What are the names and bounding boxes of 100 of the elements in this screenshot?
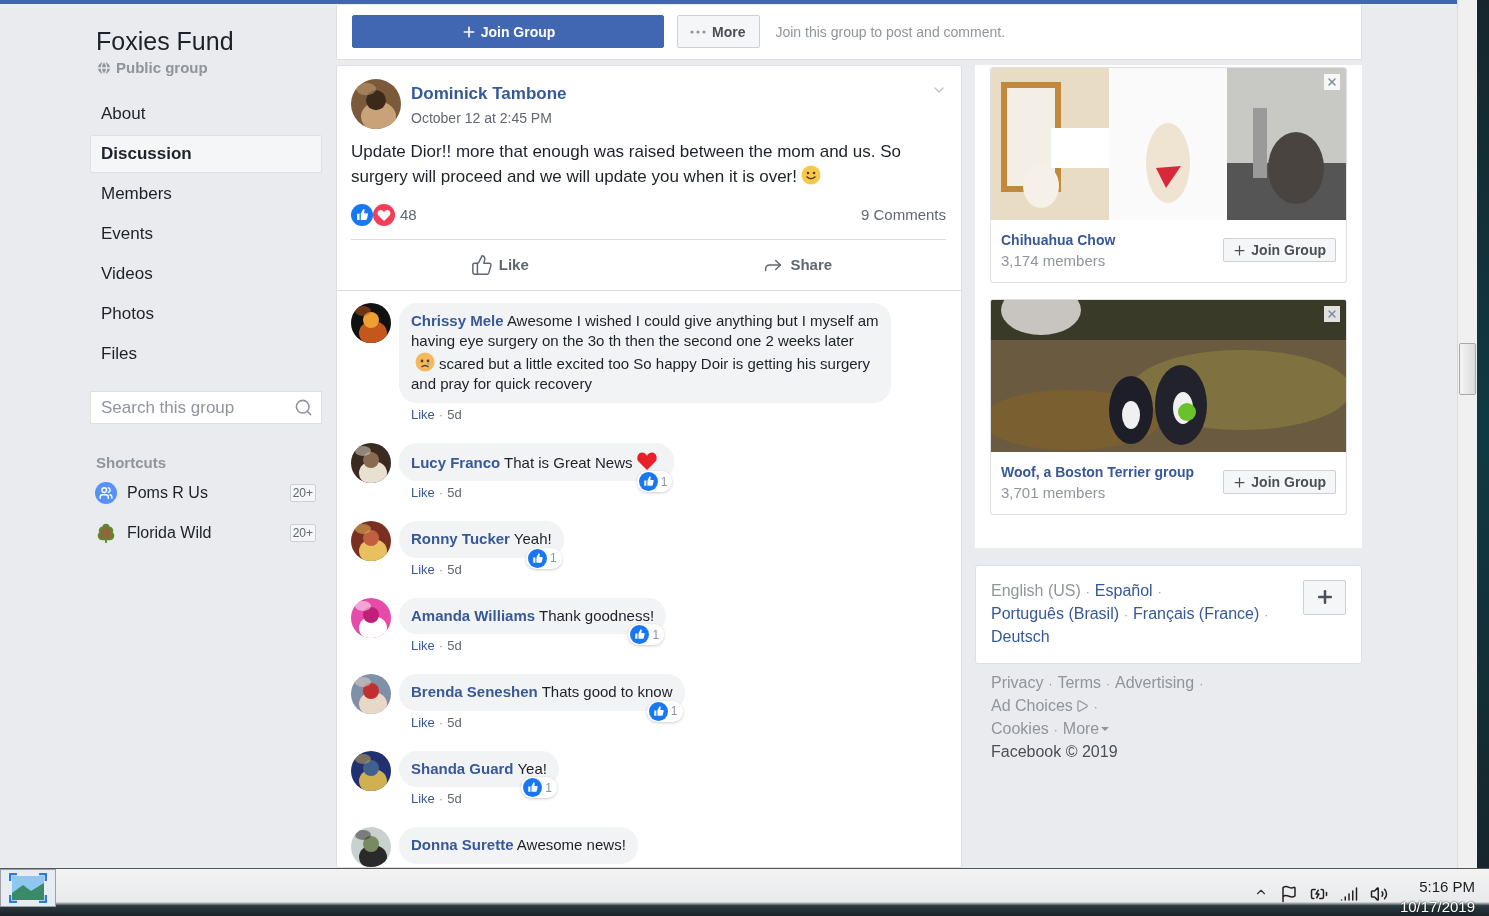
separator: ·: [1199, 676, 1204, 691]
comment-age[interactable]: 5d: [447, 485, 462, 501]
author-link[interactable]: Dominick Tambone: [411, 83, 567, 103]
nav-item[interactable]: Discussion: [90, 135, 322, 173]
separator: ·: [1157, 584, 1162, 599]
nav-item[interactable]: Members: [90, 175, 322, 213]
comment-age[interactable]: 5d: [447, 561, 462, 578]
separator: ·: [1048, 676, 1053, 691]
avatar[interactable]: [351, 442, 391, 483]
comments-count[interactable]: 9 Comments: [860, 206, 946, 223]
like-link[interactable]: Like: [411, 406, 435, 423]
author-link[interactable]: Ronny Tucker: [411, 530, 510, 547]
language-link[interactable]: Français (France): [1133, 604, 1260, 622]
separator: ·: [1093, 699, 1098, 714]
nav-item[interactable]: Videos: [90, 255, 322, 293]
like-link[interactable]: Like: [411, 714, 435, 731]
reaction-badge[interactable]: 1: [646, 700, 683, 722]
more-button[interactable]: More: [677, 15, 761, 49]
author-link[interactable]: Amanda Williams: [411, 606, 536, 624]
love-reaction-icon: [373, 203, 395, 226]
count-badge: 20+: [289, 524, 316, 542]
close-icon: [1326, 75, 1338, 88]
search-field[interactable]: Search this group: [90, 391, 322, 424]
avatar[interactable]: [351, 78, 401, 129]
avatar[interactable]: [351, 302, 391, 343]
nav-item[interactable]: Events: [90, 215, 322, 253]
section-heading: Shortcuts: [95, 453, 167, 473]
group-title: Foxies Fund: [95, 26, 235, 56]
member-count: 3,701 members: [1001, 482, 1107, 503]
group-name-link[interactable]: Chihuahua Chow: [1001, 229, 1216, 251]
count-badge: 20+: [289, 484, 316, 502]
group-icon: [95, 482, 117, 504]
separator: ·: [438, 561, 444, 578]
comment-text: Ronny Tucker Yeah!: [411, 530, 552, 547]
privacy-label: Public group: [90, 58, 322, 78]
add-language-button[interactable]: [1303, 579, 1346, 615]
separator: ·: [1085, 584, 1090, 599]
share-button[interactable]: Share: [648, 239, 946, 290]
comment-age[interactable]: 5d: [447, 791, 462, 807]
member-count: 3,174 members: [1001, 250, 1107, 271]
like-reaction-icon: [630, 625, 650, 644]
post-text: Update Dior!! more that enough was raised between the mom and us. So surgery will proceed and we will update you when it is over!: [350, 140, 902, 188]
volume-icon[interactable]: [1369, 885, 1388, 903]
shortcut-link[interactable]: Florida Wild: [127, 524, 280, 542]
author-link[interactable]: Donna Surette: [411, 836, 514, 853]
comment-text: Donna Surette Awesome news!: [411, 836, 626, 853]
like-button[interactable]: Like: [351, 239, 649, 290]
smile-emoji-icon: [801, 164, 821, 185]
clock[interactable]: 5:16 PM 10/17/2019: [1399, 877, 1475, 916]
like-link[interactable]: Like: [411, 561, 435, 578]
language-link[interactable]: Español: [1094, 581, 1153, 599]
separator: ·: [1106, 676, 1110, 691]
like-link[interactable]: Like: [411, 638, 435, 654]
language-link[interactable]: Português (Brasil): [991, 604, 1120, 622]
separator: ·: [438, 638, 444, 654]
group-name-link[interactable]: Woof, a Boston Terrier group: [1001, 461, 1216, 483]
separator: ·: [1053, 722, 1058, 737]
avatar[interactable]: [351, 750, 391, 791]
plus-icon: [1232, 474, 1248, 490]
heart-emoji-icon: [636, 450, 659, 471]
comment-text: Chrissy Mele Awesome I wished I could give anything but I myself am having eye surgery on the 3o th then the second one 2 weeks later scared but a little excited too So happy Doir is getting his surgery and pray for quick recovery: [411, 311, 879, 392]
comment-age[interactable]: 5d: [447, 638, 462, 654]
dots-icon: [690, 29, 706, 34]
search-icon[interactable]: [294, 398, 313, 417]
join-group-button[interactable]: Join Group: [1223, 238, 1336, 262]
language-link[interactable]: English (US): [991, 581, 1081, 599]
scrollbar[interactable]: [1457, 0, 1477, 868]
like-reaction-icon: [527, 548, 547, 568]
join-group-button[interactable]: Join Group: [352, 15, 664, 49]
author-link[interactable]: Brenda Seneshen: [411, 683, 538, 700]
comment-age[interactable]: 5d: [447, 406, 462, 423]
nav-item[interactable]: Files: [90, 335, 322, 373]
reaction-badge[interactable]: 1: [636, 471, 673, 492]
like-reaction-icon: [648, 701, 668, 721]
nav-item[interactable]: About: [90, 95, 322, 133]
separator: ·: [1124, 607, 1129, 622]
join-group-button[interactable]: Join Group: [1223, 470, 1336, 494]
author-link[interactable]: Chrissy Mele: [411, 311, 504, 329]
close-icon: [1326, 307, 1338, 320]
avatar[interactable]: [351, 521, 391, 561]
like-reaction-icon: [351, 203, 373, 226]
signal-icon[interactable]: [1339, 885, 1358, 903]
scrollbar-thumb[interactable]: [1459, 343, 1476, 395]
like-link[interactable]: Like: [411, 485, 435, 501]
comment-age[interactable]: 5d: [447, 714, 462, 731]
taskbar-app-button[interactable]: [0, 869, 56, 907]
like-link[interactable]: Like: [411, 791, 435, 807]
avatar[interactable]: [351, 827, 391, 867]
comment-text: Lucy Franco That is Great News: [411, 453, 663, 471]
author-link[interactable]: Shanda Guard: [411, 759, 514, 777]
flag-icon[interactable]: [1279, 885, 1298, 903]
language-link[interactable]: Deutsch: [991, 627, 1050, 645]
post-time[interactable]: October 12 at 2:45 PM: [411, 109, 567, 126]
reaction-count[interactable]: 48: [400, 206, 417, 223]
author-link[interactable]: Lucy Franco: [411, 453, 501, 471]
shortcut-link[interactable]: Poms R Us: [127, 484, 280, 502]
separator: ·: [438, 406, 444, 423]
separator: ·: [1264, 607, 1269, 622]
like-reaction-icon: [523, 778, 543, 797]
nav-item[interactable]: Photos: [90, 295, 322, 333]
